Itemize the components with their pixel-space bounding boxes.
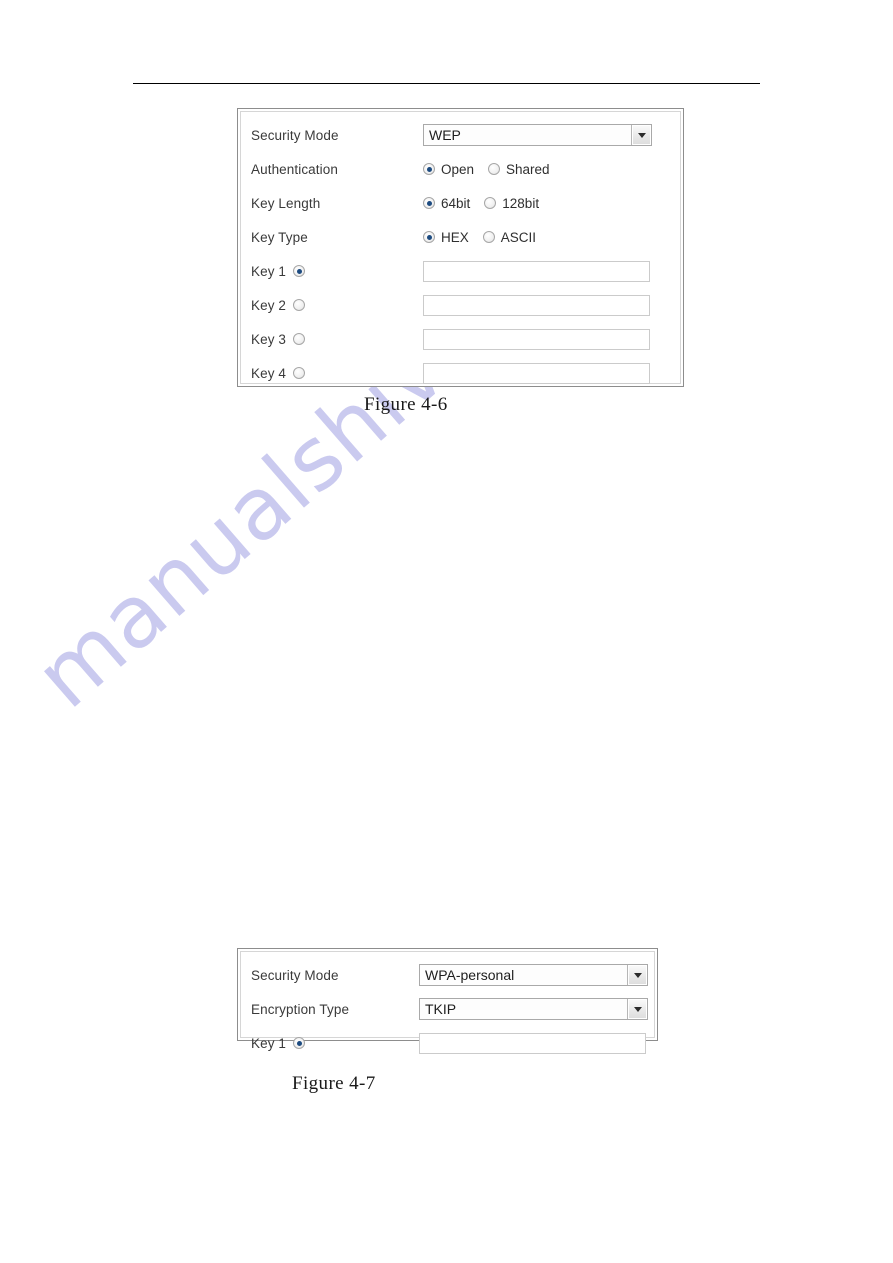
encryption-type-label: Encryption Type (251, 1001, 350, 1017)
row-key-4: Key 4 (251, 356, 668, 390)
radio-wpa-key-1-select[interactable] (293, 1037, 306, 1049)
key-1-input[interactable] (423, 260, 650, 282)
row-key-type: Key Type HEX ASCII (251, 220, 668, 254)
key-type-radio-group: HEX ASCII (423, 230, 536, 245)
row-wpa-key-1: Key 1 (251, 1026, 646, 1060)
row-authentication: Authentication Open Shared (251, 152, 668, 186)
caret-glyph (633, 972, 642, 978)
key-length-radio-group: 64bit 128bit (423, 196, 539, 211)
key-1-label-group: Key 1 (251, 264, 423, 279)
security-mode-select[interactable]: WEP (423, 124, 652, 146)
row-security-mode: Security Mode WEP (251, 118, 668, 152)
radio-key-type-ascii[interactable]: ASCII (482, 229, 537, 245)
radio-key-2-select[interactable] (293, 299, 306, 311)
radio-authentication-open[interactable]: Open (423, 162, 474, 177)
radio-dot-icon[interactable] (423, 231, 435, 243)
row-key-2: Key 2 (251, 288, 668, 322)
wpa-key-1-label: Key 1 (251, 1035, 287, 1051)
radio-dot-icon[interactable] (488, 163, 501, 175)
chevron-down-icon[interactable] (631, 125, 651, 145)
key-2-control (423, 294, 668, 316)
authentication-radio-group: Open Shared (423, 162, 550, 177)
wpa-security-mode-control: WPA-personal (419, 964, 648, 986)
radio-label: 128bit (502, 195, 540, 211)
caret-glyph (637, 132, 646, 138)
wpa-key-1-control (419, 1032, 646, 1054)
security-mode-control: WEP (423, 124, 668, 146)
chevron-down-icon[interactable] (627, 965, 647, 985)
radio-dot-icon[interactable] (423, 197, 435, 209)
row-encryption-type: Encryption Type TKIP (251, 992, 648, 1026)
wep-settings-panel: Security Mode WEP Authentication Open Sh… (237, 108, 684, 387)
key-2-label: Key 2 (251, 297, 287, 313)
radio-label: HEX (441, 229, 469, 245)
key-1-label: Key 1 (251, 263, 287, 279)
radio-dot-icon[interactable] (423, 163, 435, 175)
wpa-security-mode-selected-value: WPA-personal (420, 965, 627, 985)
radio-key-3-select[interactable] (293, 333, 306, 345)
row-wpa-security-mode: Security Mode WPA-personal (251, 958, 648, 992)
key-length-control: 64bit 128bit (423, 196, 668, 211)
radio-key-type-hex[interactable]: HEX (423, 230, 469, 245)
radio-key-1-select[interactable] (293, 265, 306, 277)
radio-label: Shared (506, 161, 550, 177)
security-mode-selected-value: WEP (424, 125, 631, 145)
wpa-settings-panel: Security Mode WPA-personal Encryption Ty… (237, 948, 658, 1054)
key-3-label-group: Key 3 (251, 332, 423, 347)
key-4-control (423, 362, 668, 384)
key-4-label-group: Key 4 (251, 366, 423, 381)
figure-4-7-caption: Figure 4-7 (292, 1073, 376, 1094)
key-2-input[interactable] (423, 294, 650, 316)
wpa-security-mode-label: Security Mode (251, 967, 339, 983)
row-key-3: Key 3 (251, 322, 668, 356)
wep-settings-panel-inner: Security Mode WEP Authentication Open Sh… (240, 111, 681, 384)
authentication-label: Authentication (251, 161, 338, 177)
radio-key-length-64bit[interactable]: 64bit (423, 196, 470, 211)
radio-key-4-select[interactable] (293, 367, 306, 379)
key-4-label: Key 4 (251, 365, 287, 381)
key-length-label: Key Length (251, 195, 321, 211)
key-type-label: Key Type (251, 229, 308, 245)
key-3-label: Key 3 (251, 331, 287, 347)
key-type-control: HEX ASCII (423, 230, 668, 245)
key-1-control (423, 260, 668, 282)
row-key-1: Key 1 (251, 254, 668, 288)
radio-key-length-128bit[interactable]: 128bit (484, 196, 539, 211)
chevron-down-icon[interactable] (627, 999, 647, 1019)
wpa-settings-panel-inner: Security Mode WPA-personal Encryption Ty… (240, 951, 655, 1054)
key-2-label-group: Key 2 (251, 298, 423, 313)
wpa-key-1-label-group: Key 1 (251, 1036, 419, 1051)
key-3-input[interactable] (423, 328, 650, 350)
key-4-input[interactable] (423, 362, 650, 384)
document-page: manualshive.com Security Mode WEP Authen… (0, 0, 893, 1263)
key-3-control (423, 328, 668, 350)
header-rule (133, 83, 760, 84)
figure-4-6-caption: Figure 4-6 (364, 394, 448, 415)
wpa-security-mode-select[interactable]: WPA-personal (419, 964, 648, 986)
wpa-key-1-input[interactable] (419, 1032, 646, 1054)
radio-dot-icon[interactable] (482, 231, 495, 243)
radio-label: Open (441, 161, 475, 177)
row-key-length: Key Length 64bit 128bit (251, 186, 668, 220)
encryption-type-select[interactable]: TKIP (419, 998, 648, 1020)
radio-authentication-shared[interactable]: Shared (488, 162, 550, 177)
encryption-type-control: TKIP (419, 998, 648, 1020)
caret-glyph (633, 1006, 642, 1012)
radio-label: ASCII (500, 229, 537, 245)
security-mode-label: Security Mode (251, 127, 339, 143)
radio-dot-icon[interactable] (484, 197, 497, 209)
radio-label: 64bit (441, 195, 471, 211)
encryption-type-selected-value: TKIP (420, 999, 627, 1019)
authentication-control: Open Shared (423, 162, 668, 177)
